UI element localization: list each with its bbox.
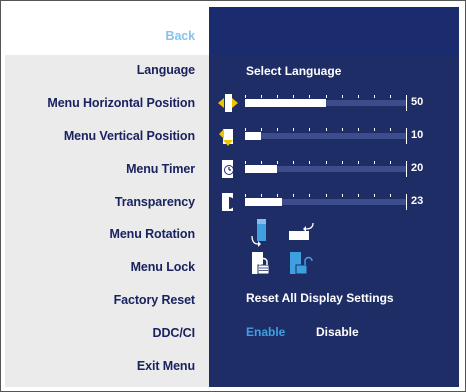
menu-list: Back Language Menu Horizontal Position M…: [5, 7, 209, 387]
locked-icon[interactable]: [249, 251, 271, 277]
reset-all-settings-option[interactable]: Reset All Display Settings: [246, 291, 394, 305]
horizontal-position-value: 50: [411, 96, 424, 108]
menu-timer-row: 20: [217, 158, 447, 182]
menu-item-horizontal-position[interactable]: Menu Horizontal Position: [0, 96, 195, 110]
select-language-option[interactable]: Select Language: [246, 64, 341, 78]
horizontal-position-slider[interactable]: [245, 95, 407, 111]
menu-item-language[interactable]: Language: [0, 63, 195, 77]
menu-item-vertical-position[interactable]: Menu Vertical Position: [0, 129, 195, 143]
vertical-position-row: 10: [217, 125, 447, 149]
horizontal-arrows-icon: [218, 94, 238, 112]
menu-item-back[interactable]: Back: [0, 29, 196, 43]
ddc-ci-enable-option[interactable]: Enable: [246, 325, 285, 339]
rotate-landscape-icon[interactable]: [287, 221, 317, 243]
horizontal-position-fill: [245, 99, 326, 107]
vertical-position-value: 10: [411, 129, 424, 141]
unlocked-icon[interactable]: [287, 251, 313, 277]
vertical-position-slider[interactable]: [245, 128, 407, 144]
rotate-portrait-icon[interactable]: [249, 217, 271, 247]
vertical-arrows-icon: [219, 129, 233, 146]
transparency-icon: [222, 193, 235, 211]
menu-item-menu-timer[interactable]: Menu Timer: [0, 162, 195, 176]
transparency-value: 23: [411, 195, 424, 207]
menu-item-transparency[interactable]: Transparency: [0, 195, 195, 209]
menu-item-ddc-ci[interactable]: DDC/CI: [0, 326, 196, 340]
menu-timer-value: 20: [411, 162, 424, 174]
transparency-fill: [245, 198, 283, 206]
menu-item-exit-menu[interactable]: Exit Menu: [0, 359, 195, 373]
vertical-position-fill: [245, 132, 262, 140]
menu-item-factory-reset[interactable]: Factory Reset: [0, 293, 195, 307]
settings-header: [209, 7, 459, 55]
transparency-slider[interactable]: [245, 194, 407, 210]
menu-item-menu-rotation[interactable]: Menu Rotation: [0, 227, 196, 241]
osd-window: Back Language Menu Horizontal Position M…: [0, 0, 466, 392]
timer-icon: [222, 160, 234, 178]
menu-item-menu-lock[interactable]: Menu Lock: [0, 260, 195, 274]
settings-panel: Select Language 50 10 20 23 Reset All Di…: [209, 7, 459, 387]
transparency-row: 23: [217, 191, 447, 215]
menu-timer-fill: [245, 165, 278, 173]
ddc-ci-disable-option[interactable]: Disable: [316, 325, 359, 339]
menu-timer-slider[interactable]: [245, 161, 407, 177]
horizontal-position-row: 50: [217, 92, 447, 116]
